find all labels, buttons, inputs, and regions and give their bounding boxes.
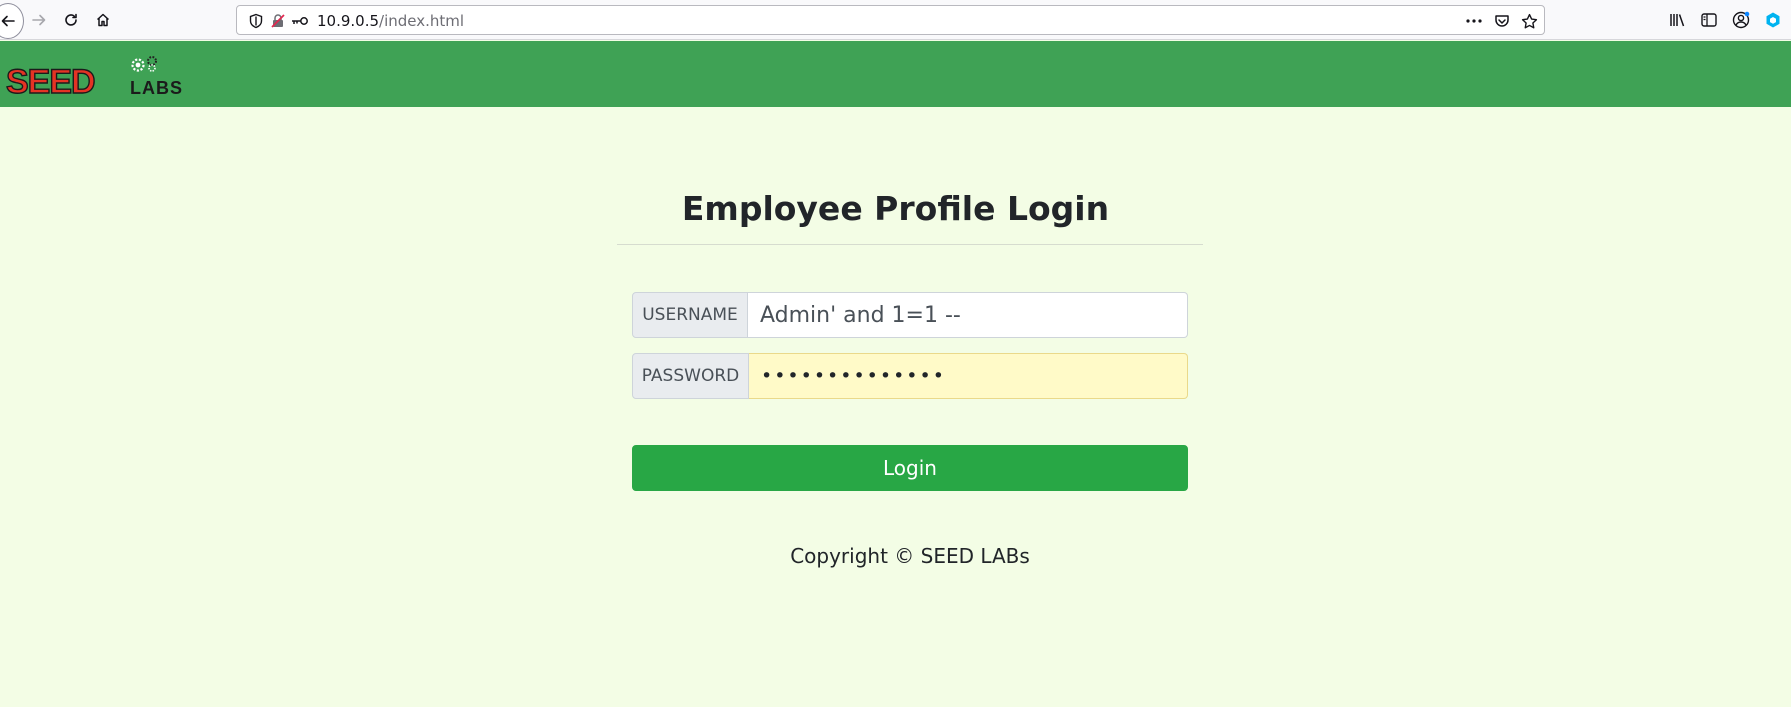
arrow-left-icon [1,15,15,27]
password-input[interactable]: •••••••••••••• [749,353,1188,399]
library-button[interactable] [1663,5,1693,35]
title-divider [617,244,1203,245]
arrow-right-icon [32,14,46,26]
key-icon[interactable] [291,12,309,30]
bookmark-star-icon[interactable] [1520,12,1538,30]
sidebar-icon [1701,13,1717,27]
forward-button[interactable] [24,5,54,35]
password-group: PASSWORD •••••••••••••• [632,353,1188,399]
back-button[interactable] [0,3,24,39]
password-label: PASSWORD [632,353,749,399]
url-bar[interactable]: 10.9.0.5/index.html [236,5,1545,35]
site-navbar: SEED LABS [0,41,1791,107]
url-text[interactable]: 10.9.0.5/index.html [317,12,464,30]
reload-button[interactable] [56,5,86,35]
page-actions-icon[interactable] [1465,12,1483,30]
pocket-icon[interactable] [1493,12,1511,30]
url-host: 10.9.0.5 [317,12,380,30]
username-group: USERNAME Admin' and 1=1 -- [632,292,1188,338]
copyright-text: Copyright © SEED LABs [790,544,1030,568]
url-path: /index.html [379,12,465,30]
username-input[interactable]: Admin' and 1=1 -- [748,292,1188,338]
logo-seed-text: SEED [6,63,95,99]
logo-labs-text: LABS [130,78,183,98]
gear-icon [131,56,157,72]
page-title: Employee Profile Login [681,189,1110,228]
account-icon [1732,11,1750,29]
library-icon [1670,14,1685,27]
home-icon [96,13,110,27]
extension-cube-icon [1766,12,1780,28]
extension-button[interactable] [1758,5,1788,35]
sidebar-button[interactable] [1694,5,1724,35]
reload-icon [65,13,77,26]
username-label: USERNAME [632,292,748,338]
home-button[interactable] [88,5,118,35]
account-button[interactable] [1726,5,1756,35]
insecure-lock-icon[interactable] [269,12,287,30]
browser-toolbar: 10.9.0.5/index.html [0,0,1791,40]
login-button[interactable]: Login [632,445,1188,491]
seed-labs-logo[interactable]: SEED LABS [4,55,204,99]
shield-icon[interactable] [247,12,265,30]
